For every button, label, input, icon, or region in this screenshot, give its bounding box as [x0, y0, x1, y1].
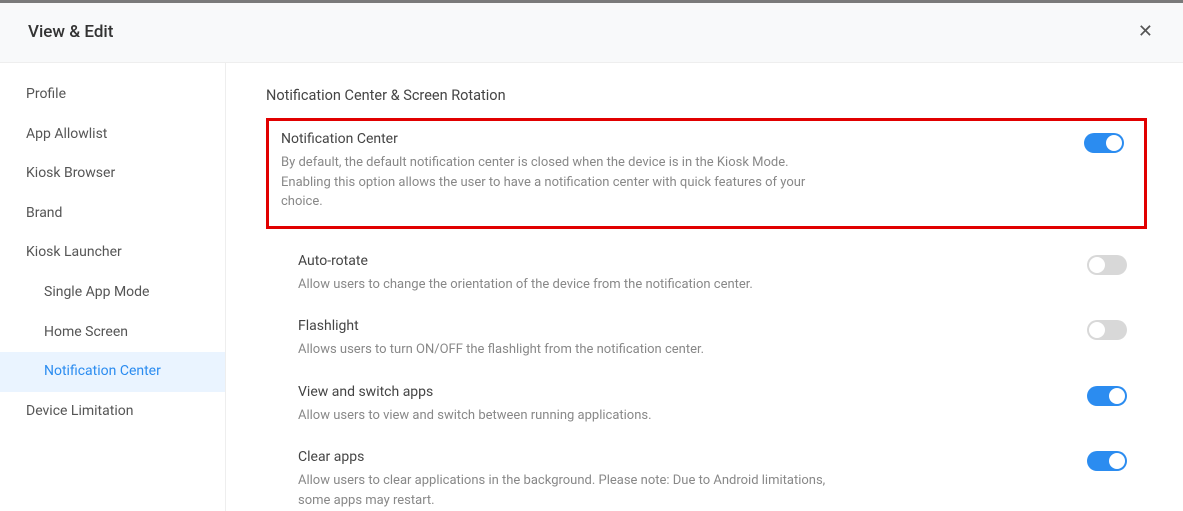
setting-desc: Allow users to clear applications in the…	[298, 471, 858, 510]
body: Profile App Allowlist Kiosk Browser Bran…	[0, 63, 1183, 511]
sidebar-item-label: Single App Mode	[44, 284, 149, 300]
setting-notification-center: Notification Center By default, the defa…	[266, 118, 1147, 229]
sidebar: Profile App Allowlist Kiosk Browser Bran…	[0, 63, 226, 511]
sidebar-item-label: Brand	[26, 205, 62, 221]
sidebar-item-label: Home Screen	[44, 324, 128, 340]
sidebar-item-label: Kiosk Browser	[26, 165, 115, 181]
toggle-notification-center[interactable]	[1084, 133, 1124, 153]
setting-label: Flashlight	[298, 318, 704, 334]
setting-text: Clear apps Allow users to clear applicat…	[298, 449, 858, 510]
toggle-knob	[1089, 322, 1105, 338]
toggle-clear-apps[interactable]	[1087, 451, 1127, 471]
sidebar-item-kiosk-browser[interactable]: Kiosk Browser	[0, 154, 225, 194]
sidebar-item-device-limitation[interactable]: Device Limitation	[0, 392, 225, 432]
sidebar-item-profile[interactable]: Profile	[0, 75, 225, 115]
sidebar-item-notification-center[interactable]: Notification Center	[0, 352, 225, 392]
setting-label: Clear apps	[298, 449, 858, 465]
page-title: View & Edit	[28, 22, 113, 42]
setting-text: View and switch apps Allow users to view…	[298, 384, 652, 426]
sidebar-item-single-app-mode[interactable]: Single App Mode	[0, 273, 225, 313]
setting-desc: Allow users to view and switch between r…	[298, 406, 652, 426]
sidebar-item-label: Kiosk Launcher	[26, 244, 122, 260]
close-icon[interactable]: ✕	[1130, 17, 1161, 46]
setting-label: Notification Center	[281, 131, 841, 147]
toggle-auto-rotate[interactable]	[1087, 255, 1127, 275]
sidebar-item-kiosk-launcher[interactable]: Kiosk Launcher	[0, 233, 225, 273]
setting-text: Notification Center By default, the defa…	[281, 131, 841, 212]
setting-text: Flashlight Allows users to turn ON/OFF t…	[298, 318, 704, 360]
setting-auto-rotate: Auto-rotate Allow users to change the or…	[266, 245, 1147, 311]
sidebar-item-label: App Allowlist	[26, 126, 107, 142]
toggle-knob	[1106, 135, 1122, 151]
setting-view-switch-apps: View and switch apps Allow users to view…	[266, 376, 1147, 442]
sidebar-item-home-screen[interactable]: Home Screen	[0, 313, 225, 353]
setting-label: View and switch apps	[298, 384, 652, 400]
setting-desc: Allows users to turn ON/OFF the flashlig…	[298, 340, 704, 360]
toggle-knob	[1089, 257, 1105, 273]
setting-flashlight: Flashlight Allows users to turn ON/OFF t…	[266, 310, 1147, 376]
content: Notification Center & Screen Rotation No…	[226, 63, 1183, 511]
section-title: Notification Center & Screen Rotation	[266, 87, 1147, 104]
header: View & Edit ✕	[0, 3, 1183, 63]
sidebar-item-brand[interactable]: Brand	[0, 194, 225, 234]
setting-label: Auto-rotate	[298, 253, 753, 269]
toggle-view-switch-apps[interactable]	[1087, 386, 1127, 406]
toggle-knob	[1109, 388, 1125, 404]
toggle-knob	[1109, 453, 1125, 469]
sidebar-item-label: Notification Center	[44, 363, 161, 379]
sidebar-item-label: Device Limitation	[26, 403, 133, 419]
sidebar-item-app-allowlist[interactable]: App Allowlist	[0, 115, 225, 155]
sidebar-item-label: Profile	[26, 86, 66, 102]
setting-clear-apps: Clear apps Allow users to clear applicat…	[266, 441, 1147, 511]
setting-text: Auto-rotate Allow users to change the or…	[298, 253, 753, 295]
setting-desc: Allow users to change the orientation of…	[298, 275, 753, 295]
setting-desc: By default, the default notification cen…	[281, 153, 841, 212]
toggle-flashlight[interactable]	[1087, 320, 1127, 340]
